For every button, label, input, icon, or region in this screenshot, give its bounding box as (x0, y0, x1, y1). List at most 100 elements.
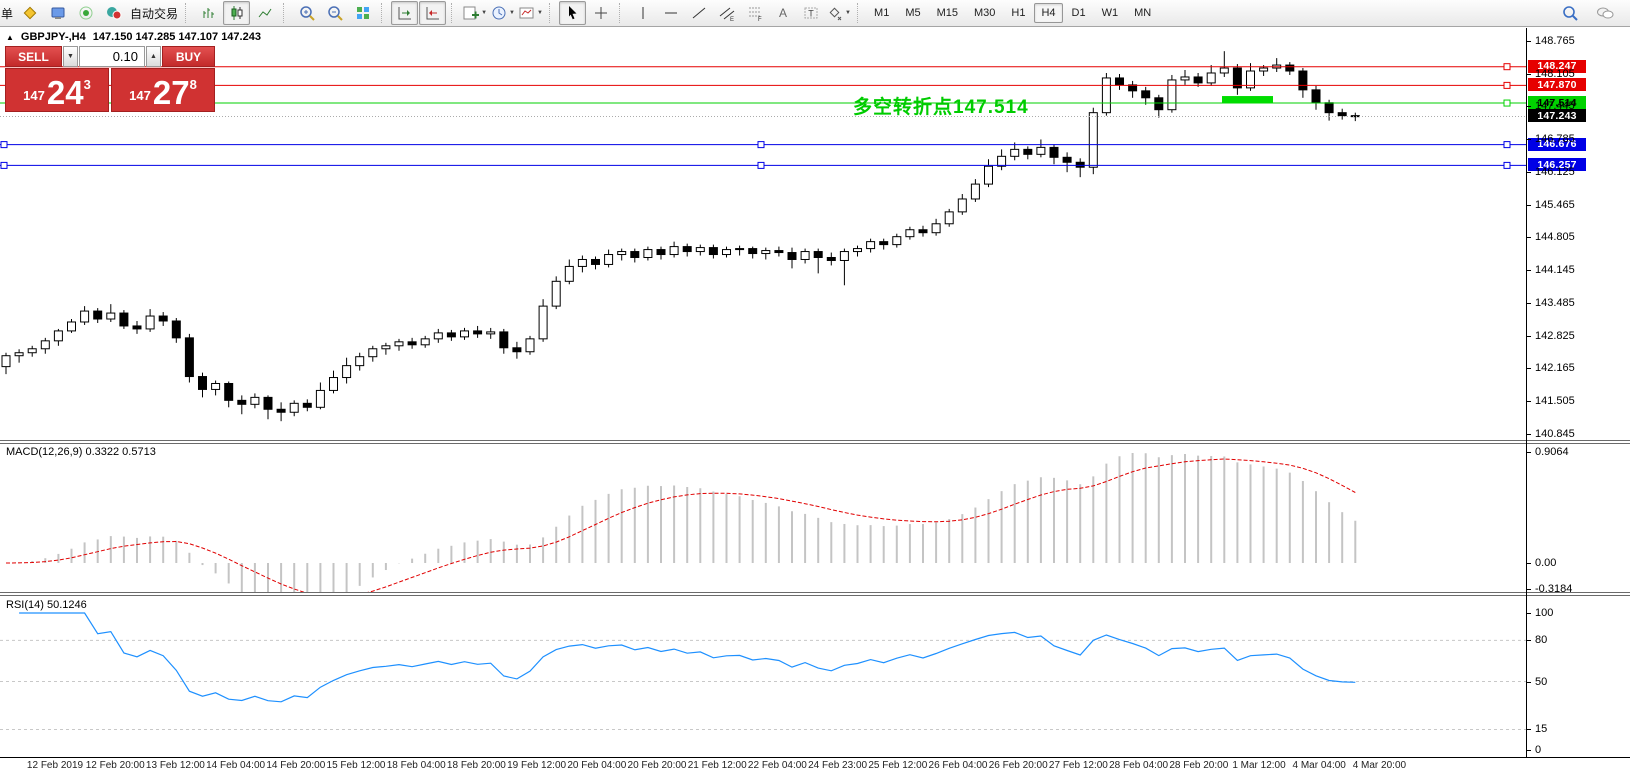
chart-shift-icon[interactable] (419, 1, 446, 25)
axis-tick-label: 144.805 (1535, 231, 1575, 243)
time-axis-label: 19 Feb 12:00 (507, 760, 566, 771)
chevron-down-icon: ▼ (509, 10, 515, 16)
line-handle (1504, 64, 1510, 70)
axis-tick-label: 145.465 (1535, 199, 1575, 211)
search-icon[interactable] (1556, 1, 1583, 25)
label-icon[interactable]: T (797, 1, 824, 25)
axis-tick (1526, 640, 1531, 641)
chat-icon[interactable] (1591, 1, 1618, 25)
axis-tick-label: 146.125 (1535, 166, 1575, 178)
time-axis-label: 18 Feb 04:00 (387, 760, 446, 771)
time-axis-label: 12 Feb 20:00 (86, 760, 145, 771)
macd-axis-label: 0.9064 (1535, 446, 1569, 458)
time-axis-label: 27 Feb 12:00 (1049, 760, 1108, 771)
crosshair-icon[interactable] (587, 1, 614, 25)
tf-W1[interactable]: W1 (1095, 3, 1126, 23)
sell-button[interactable]: SELL (5, 46, 62, 67)
macd-pane[interactable] (0, 444, 1526, 592)
time-axis-label: 25 Feb 12:00 (868, 760, 927, 771)
one-click-trade-panel: SELL ▼ 0.10 ▲ BUY 147 24 3 147 27 8 (5, 46, 215, 112)
timeframe-group: M1M5M15M30H1H4D1W1MN (867, 3, 1158, 23)
symbol-ohlc: 147.150 147.285 147.107 147.243 (93, 31, 261, 43)
tile-windows-icon[interactable] (349, 1, 376, 25)
rsi-axis-label: 0 (1535, 744, 1541, 756)
axis-tick (1526, 401, 1531, 402)
volume-increase-button[interactable]: ▲ (146, 46, 161, 67)
buy-price-big: 27 (153, 79, 190, 107)
tf-M5[interactable]: M5 (898, 3, 927, 23)
axis-tick (1526, 303, 1531, 304)
trendline-icon[interactable] (685, 1, 712, 25)
tf-H1[interactable]: H1 (1004, 3, 1032, 23)
axis-tick (1526, 74, 1531, 75)
buy-button[interactable]: BUY (162, 46, 215, 67)
fibonacci-icon[interactable]: F (741, 1, 768, 25)
autotrading-icon[interactable] (100, 1, 127, 25)
tf-MN[interactable]: MN (1127, 3, 1158, 23)
sell-quote-button[interactable]: 147 24 3 (5, 68, 109, 112)
sell-price-prefix: 147 (23, 88, 45, 103)
tf-M15[interactable]: M15 (930, 3, 965, 23)
time-axis-label: 26 Feb 04:00 (929, 760, 988, 771)
new-chart-icon[interactable]: ▼ (461, 1, 488, 25)
time-axis-label: 12 Feb 2019 (27, 760, 83, 771)
axis-tick (1526, 205, 1531, 206)
buy-quote-button[interactable]: 147 27 8 (111, 68, 215, 112)
period-icon[interactable]: ▼ (489, 1, 516, 25)
channel-icon[interactable]: E (713, 1, 740, 25)
time-axis-label: 14 Feb 04:00 (206, 760, 265, 771)
line-chart-icon[interactable] (251, 1, 278, 25)
trend-annotation-text: 多空转折点147.514 (853, 92, 1029, 119)
toolbar-separator (283, 3, 288, 23)
candle-chart-icon[interactable] (223, 1, 250, 25)
template-icon[interactable]: ▼ (517, 1, 544, 25)
svg-text:T: T (808, 9, 814, 19)
market-watch-icon[interactable] (44, 1, 71, 25)
macd-signal-line (6, 459, 1355, 592)
time-axis-label: 1 Mar 12:00 (1232, 760, 1285, 771)
toolbar-separator (619, 3, 624, 23)
order-menu-label[interactable]: 单 (0, 5, 15, 22)
time-axis-label: 15 Feb 12:00 (327, 760, 386, 771)
tf-H4[interactable]: H4 (1034, 3, 1062, 23)
collapse-triangle-icon[interactable]: ▲ (6, 33, 14, 42)
tf-M1[interactable]: M1 (867, 3, 896, 23)
buy-price-sup: 8 (190, 77, 197, 92)
auto-scroll-icon[interactable] (391, 1, 418, 25)
chevron-down-icon: ▼ (537, 10, 543, 16)
cursor-icon[interactable] (559, 1, 586, 25)
macd-indicator-label: MACD(12,26,9) 0.3322 0.5713 (6, 446, 156, 458)
tf-M30[interactable]: M30 (967, 3, 1002, 23)
toolbar-separator (451, 3, 456, 23)
price-line-label: 147.870 (1528, 78, 1586, 91)
signals-icon[interactable] (72, 1, 99, 25)
tf-D1[interactable]: D1 (1065, 3, 1093, 23)
axis-tick-label: 148.765 (1535, 35, 1575, 47)
volume-decrease-button[interactable]: ▼ (63, 46, 78, 67)
new-order-icon[interactable] (16, 1, 43, 25)
time-axis-label: 4 Mar 04:00 (1293, 760, 1346, 771)
line-handle (1504, 82, 1510, 88)
vline-icon[interactable] (629, 1, 656, 25)
time-axis-label: 26 Feb 20:00 (989, 760, 1048, 771)
price-chart[interactable] (0, 28, 1526, 440)
time-axis-label: 21 Feb 12:00 (688, 760, 747, 771)
line-handle (758, 142, 764, 148)
zoom-in-icon[interactable] (293, 1, 320, 25)
shapes-icon[interactable]: ▼ (825, 1, 852, 25)
symbol-info: ▲ GBPJPY-,H4 147.150 147.285 147.107 147… (6, 31, 261, 43)
axis-tick (1526, 172, 1531, 173)
axis-tick (1526, 237, 1531, 238)
autotrading-label[interactable]: 自动交易 (128, 5, 180, 22)
text-icon[interactable]: A (769, 1, 796, 25)
axis-tick (1526, 729, 1531, 730)
hline-icon[interactable] (657, 1, 684, 25)
zoom-out-icon[interactable] (321, 1, 348, 25)
volume-input[interactable]: 0.10 (79, 46, 145, 67)
time-axis-label: 24 Feb 23:00 (808, 760, 867, 771)
toolbar: 单 自动交易 ▼ ▼ ▼ E F A T ▼ M1M5M15M30H1H4D1W… (0, 0, 1630, 27)
bar-chart-icon[interactable] (195, 1, 222, 25)
chart-bottom-border (0, 757, 1630, 758)
axis-tick (1526, 139, 1531, 140)
rsi-pane[interactable] (0, 596, 1526, 757)
